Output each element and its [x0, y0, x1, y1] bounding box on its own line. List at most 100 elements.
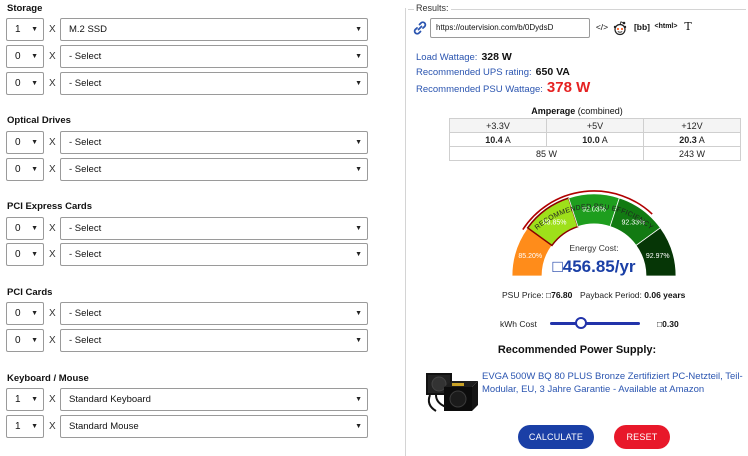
dropdown-arrow-icon: ▼ — [355, 251, 362, 258]
reset-button[interactable]: RESET — [614, 425, 670, 449]
component-form: Storage 1 ▼ X M.2 SSD ▼ 0 ▼ X - Select ▼ 0 ▼ … — [0, 0, 380, 456]
amperage-wattage: 85 W — [449, 146, 644, 161]
storage-row: 0 ▼ X - Select ▼ — [6, 45, 368, 68]
dropdown-arrow-icon: ▼ — [31, 423, 38, 430]
psu-price-value: □76.80 — [545, 290, 573, 300]
quantity-select[interactable]: 0 ▼ — [6, 217, 44, 240]
amperage-wattage: 243 W — [643, 146, 741, 161]
multiply-label: X — [49, 421, 56, 432]
pcie-row: 0 ▼ X - Select ▼ — [6, 217, 368, 240]
dropdown-arrow-icon: ▼ — [31, 310, 38, 317]
optical-row: 0 ▼ X - Select ▼ — [6, 131, 368, 154]
mouse-select[interactable]: Standard Mouse ▼ — [60, 415, 368, 438]
calculate-button[interactable]: CALCULATE — [518, 425, 594, 449]
bbcode-button[interactable]: [bb] — [632, 18, 652, 38]
kwh-cost-label: kWh Cost — [500, 319, 537, 329]
html-code-button[interactable]: <html> — [654, 18, 678, 38]
psu-wattage-value: 378 W — [546, 79, 591, 96]
multiply-label: X — [49, 223, 56, 234]
quantity-select[interactable]: 0 ▼ — [6, 72, 44, 95]
quantity-select[interactable]: 1 ▼ — [6, 415, 44, 438]
quantity-select[interactable]: 0 ▼ — [6, 243, 44, 266]
recommended-product-link[interactable]: EVGA 500W BQ 80 PLUS Bronze Zertifiziert… — [482, 370, 746, 396]
quantity-select[interactable]: 0 ▼ — [6, 329, 44, 352]
dropdown-arrow-icon: ▼ — [31, 26, 38, 33]
pci-row: 0 ▼ X - Select ▼ — [6, 329, 368, 352]
share-url-field[interactable]: https://outervision.com/b/0DydsD — [430, 18, 590, 38]
dropdown-arrow-icon: ▼ — [31, 337, 38, 344]
multiply-label: X — [49, 137, 56, 148]
recommended-psu-title: Recommended Power Supply: — [497, 344, 657, 356]
payback-value: 0.06 years — [644, 290, 686, 300]
kwh-slider-handle[interactable] — [575, 317, 587, 329]
storage-row: 1 ▼ X M.2 SSD ▼ — [6, 18, 368, 41]
dropdown-arrow-icon: ▼ — [355, 225, 362, 232]
quantity-select[interactable]: 1 ▼ — [6, 18, 44, 41]
load-wattage-value: 328 W — [481, 51, 512, 63]
kwh-cost-slider[interactable] — [550, 322, 640, 325]
storage-type-select[interactable]: M.2 SSD ▼ — [60, 18, 368, 41]
embed-code-button[interactable]: </> — [594, 18, 610, 38]
kbm-row: 1 ▼ X Standard Keyboard ▼ — [6, 388, 368, 411]
link-icon — [413, 21, 427, 35]
quantity-select[interactable]: 0 ▼ — [6, 158, 44, 181]
ups-rating: Recommended UPS rating: 650 VA — [416, 66, 570, 78]
psu-price-label: PSU Price: — [502, 290, 544, 300]
dropdown-arrow-icon: ▼ — [355, 396, 362, 403]
storage-type-select[interactable]: - Select ▼ — [60, 72, 368, 95]
keyboard-select[interactable]: Standard Keyboard ▼ — [60, 388, 368, 411]
keyboard-mouse-heading: Keyboard / Mouse — [7, 373, 89, 384]
optical-row: 0 ▼ X - Select ▼ — [6, 158, 368, 181]
amperage-header: +5V — [546, 118, 644, 133]
gauge-segment-label: 85.20% — [518, 253, 542, 260]
load-wattage: Load Wattage: 328 W — [416, 51, 512, 63]
dropdown-arrow-icon: ▼ — [355, 53, 362, 60]
dropdown-arrow-icon: ▼ — [31, 53, 38, 60]
quantity-select[interactable]: 1 ▼ — [6, 388, 44, 411]
dropdown-arrow-icon: ▼ — [355, 310, 362, 317]
optical-drive-select[interactable]: - Select ▼ — [60, 131, 368, 154]
psu-wattage: Recommended PSU Wattage: 378 W — [416, 79, 590, 96]
pcie-card-select[interactable]: - Select ▼ — [60, 217, 368, 240]
load-wattage-label: Load Wattage: — [416, 52, 478, 63]
dropdown-arrow-icon: ▼ — [31, 166, 38, 173]
reddit-icon[interactable] — [612, 20, 628, 36]
results-panel: Results: https://outervision.com/b/0Dyds… — [406, 0, 748, 456]
dropdown-arrow-icon: ▼ — [355, 80, 362, 87]
quantity-select[interactable]: 0 ▼ — [6, 131, 44, 154]
psu-wattage-label: Recommended PSU Wattage: — [416, 84, 543, 95]
dropdown-arrow-icon: ▼ — [355, 423, 362, 430]
optical-drive-select[interactable]: - Select ▼ — [60, 158, 368, 181]
pci-card-select[interactable]: - Select ▼ — [60, 329, 368, 352]
ups-rating-value: 650 VA — [535, 66, 570, 78]
quantity-select[interactable]: 0 ▼ — [6, 302, 44, 325]
multiply-label: X — [49, 308, 56, 319]
pcie-row: 0 ▼ X - Select ▼ — [6, 243, 368, 266]
multiply-label: X — [49, 51, 56, 62]
multiply-label: X — [49, 394, 56, 405]
dropdown-arrow-icon: ▼ — [355, 26, 362, 33]
payback-label: Payback Period: — [580, 290, 642, 300]
storage-type-select[interactable]: - Select ▼ — [60, 45, 368, 68]
quantity-select[interactable]: 0 ▼ — [6, 45, 44, 68]
dropdown-arrow-icon: ▼ — [31, 139, 38, 146]
amperage-value: 10.4 A — [449, 132, 547, 147]
kwh-cost-value: □0.30 — [657, 319, 679, 329]
dropdown-arrow-icon: ▼ — [31, 396, 38, 403]
pcie-card-select[interactable]: - Select ▼ — [60, 243, 368, 266]
amperage-value: 20.3 A — [643, 132, 741, 147]
gauge-segment-label: 92.97% — [646, 253, 670, 260]
psu-product-image[interactable] — [422, 365, 480, 415]
multiply-label: X — [49, 24, 56, 35]
amperage-value: 10.0 A — [546, 132, 644, 147]
amperage-title: Amperage (combined) — [531, 106, 623, 116]
energy-cost-label: Energy Cost: — [569, 243, 618, 253]
dropdown-arrow-icon: ▼ — [31, 80, 38, 87]
efficiency-gauge: 85.20%88.85%92.03%92.33%92.97% RECOMMEND… — [511, 190, 677, 277]
kbm-row: 1 ▼ X Standard Mouse ▼ — [6, 415, 368, 438]
text-format-button[interactable]: T — [680, 18, 696, 38]
share-bar: https://outervision.com/b/0DydsD </> [bb… — [412, 18, 744, 38]
pci-card-select[interactable]: - Select ▼ — [60, 302, 368, 325]
multiply-label: X — [49, 249, 56, 260]
pci-express-heading: PCI Express Cards — [7, 201, 93, 212]
